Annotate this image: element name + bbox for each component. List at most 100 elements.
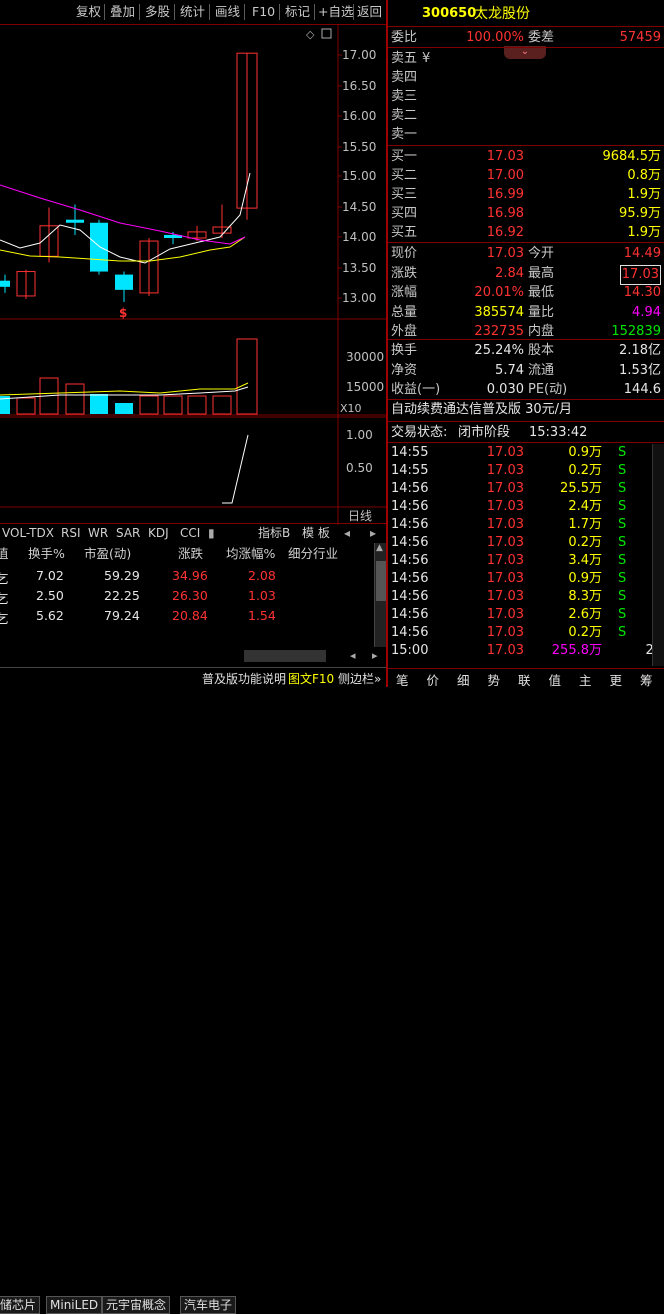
ad-text[interactable]: 自动续费通达信普及版 30元/月: [391, 401, 572, 419]
weibi-row: 委比 100.00% 委差 57459: [388, 29, 664, 47]
col-header[interactable]: 换手%: [28, 543, 65, 562]
tick-row[interactable]: 14:56 17.03 0.9万 S 1: [388, 570, 664, 588]
tab-vol-tdx[interactable]: VOL-TDX: [2, 525, 54, 541]
price-tick: 13.50: [342, 261, 376, 275]
tick-row[interactable]: 14:55 17.03 0.9万 S 1: [388, 444, 664, 462]
table-cell-avg[interactable]: 1.03: [248, 588, 276, 603]
toolbar-overlay[interactable]: 叠加: [110, 3, 135, 21]
ask-row[interactable]: 卖四: [388, 69, 664, 87]
kline-chart-svg[interactable]: 17.00 16.50 16.00 15.50 15.00 14.50 14.0…: [0, 25, 386, 525]
table-cell-pe[interactable]: 22.25: [104, 588, 140, 603]
col-header[interactable]: 均涨幅%: [226, 543, 275, 562]
footer-f10-link[interactable]: 图文F10: [288, 670, 334, 687]
table-cell[interactable]: 乞: [0, 588, 9, 607]
table-cell-change[interactable]: 26.30: [172, 588, 208, 603]
tab-template[interactable]: 模 板: [302, 525, 330, 541]
hscroll-left-icon[interactable]: ◂: [350, 649, 356, 662]
toolbar-mark[interactable]: 标记: [285, 3, 310, 21]
toolbar-statistics[interactable]: 统计: [180, 3, 205, 21]
concept-tab[interactable]: MiniLED: [46, 1296, 103, 1314]
period-label[interactable]: 日线: [348, 509, 372, 523]
scroll-up-icon[interactable]: ▲: [376, 543, 386, 555]
ticks-scrollbar[interactable]: [652, 444, 664, 666]
hscroll-right-icon[interactable]: ▸: [372, 649, 378, 662]
indicator-line: [222, 434, 249, 504]
toolbar-add-favorite[interactable]: +自选: [318, 3, 353, 21]
diamond-icon[interactable]: ◇: [306, 28, 315, 41]
bid-row[interactable]: 买三 16.99 1.9万: [388, 186, 664, 204]
toolbar-restore-rights[interactable]: 复权: [76, 3, 101, 21]
col-header[interactable]: 市盈(动): [84, 543, 131, 562]
kline-chart-area[interactable]: 17.00 16.50 16.00 15.50 15.00 14.50 14.0…: [0, 25, 386, 525]
tick-row[interactable]: 14:55 17.03 0.2万 S 1: [388, 462, 664, 480]
col-header[interactable]: 细分行业: [288, 543, 338, 562]
tick-row[interactable]: 14:56 17.03 1.7万 S 1: [388, 516, 664, 534]
concept-tab[interactable]: 元宇宙概念: [102, 1296, 171, 1314]
col-header[interactable]: 涨跌: [178, 543, 203, 562]
detail-tab[interactable]: 筹: [640, 670, 653, 689]
candle-body: [66, 219, 84, 223]
tab-sar[interactable]: SAR: [116, 525, 140, 541]
footer-help-link[interactable]: 普及版功能说明: [202, 670, 286, 687]
table-cell-avg[interactable]: 2.08: [248, 568, 276, 583]
bid-row[interactable]: 买五 16.92 1.9万: [388, 224, 664, 242]
tick-row[interactable]: 14:56 17.03 8.3万 S 3: [388, 588, 664, 606]
table-cell-change[interactable]: 34.96: [172, 568, 208, 583]
table-cell[interactable]: 乞: [0, 608, 9, 627]
detail-tab[interactable]: 价: [427, 670, 440, 689]
table-cell-change[interactable]: 20.84: [172, 608, 208, 623]
bid-row[interactable]: 买四 16.98 95.9万: [388, 205, 664, 223]
hscroll-track[interactable]: [244, 650, 326, 662]
scroll-thumb[interactable]: [376, 561, 386, 601]
concept-tab[interactable]: 汽车电子: [180, 1296, 237, 1314]
col-header[interactable]: 值: [0, 543, 9, 562]
tick-row[interactable]: 14:56 17.03 2.6万 S 1: [388, 606, 664, 624]
ask-row[interactable]: 卖五 ¥: [388, 50, 664, 68]
detail-tab[interactable]: 笔: [396, 670, 409, 689]
toolbar-f10[interactable]: F10: [252, 3, 275, 21]
toolbar-draw-line[interactable]: 画线: [215, 3, 240, 21]
toolbar-back[interactable]: 返回: [357, 3, 382, 21]
detail-tab[interactable]: 值: [549, 670, 562, 689]
tick-side: S: [618, 571, 627, 586]
table-cell-turnover[interactable]: 7.02: [36, 568, 64, 583]
tab-indicator-b[interactable]: 指标B: [258, 525, 290, 541]
table-cell-pe[interactable]: 59.29: [104, 568, 140, 583]
table-cell-turnover[interactable]: 2.50: [36, 588, 64, 603]
tab-left-icon[interactable]: ◂: [344, 525, 350, 541]
tick-row[interactable]: 14:56 17.03 3.4万 S 1: [388, 552, 664, 570]
ask-row[interactable]: 卖三: [388, 88, 664, 106]
concept-tab-bar: 储芯片 MiniLED 元宇宙概念 汽车电子 ◂ ▸: [0, 647, 386, 1314]
ad-banner[interactable]: 自动续费通达信普及版 30元/月: [388, 401, 664, 419]
detail-tab[interactable]: 细: [457, 670, 470, 689]
tab-kdj[interactable]: KDJ: [148, 525, 169, 541]
footer-sidebar-toggle[interactable]: 侧边栏»: [338, 670, 381, 687]
tick-row[interactable]: 14:56 17.03 25.5万 S 2: [388, 480, 664, 498]
tab-right-icon[interactable]: ▸: [370, 525, 376, 541]
bid-row[interactable]: 买二 17.00 0.8万: [388, 167, 664, 185]
table-cell[interactable]: 乞: [0, 568, 9, 587]
maximize-icon[interactable]: [321, 28, 332, 39]
tab-wr[interactable]: WR: [88, 525, 108, 541]
tick-row[interactable]: 14:56 17.03 2.4万 S 1: [388, 498, 664, 516]
event-marker[interactable]: $: [119, 306, 127, 320]
tab-rsi[interactable]: RSI: [61, 525, 81, 541]
tab-more-icon[interactable]: ▮: [208, 525, 215, 541]
detail-tab[interactable]: 势: [488, 670, 501, 689]
concept-tab[interactable]: 储芯片: [0, 1296, 41, 1314]
tick-row[interactable]: 14:56 17.03 0.2万 S 1: [388, 534, 664, 552]
bid-label: 买五: [391, 225, 418, 240]
table-cell-turnover[interactable]: 5.62: [36, 608, 64, 623]
detail-tab[interactable]: 主: [579, 670, 592, 689]
detail-tab[interactable]: 联: [518, 670, 531, 689]
detail-tab[interactable]: 更: [610, 670, 623, 689]
tick-row[interactable]: 14:56 17.03 0.2万 S 1: [388, 624, 664, 642]
table-cell-pe[interactable]: 79.24: [104, 608, 140, 623]
table-cell-avg[interactable]: 1.54: [248, 608, 276, 623]
tick-row[interactable]: 15:00 17.03 255.8万 25: [388, 642, 664, 660]
tab-cci[interactable]: CCI: [180, 525, 200, 541]
toolbar-multi-stock[interactable]: 多股: [145, 3, 170, 21]
bid-row[interactable]: 买一 17.03 9684.5万: [388, 148, 664, 166]
ask-row[interactable]: 卖二: [388, 107, 664, 125]
ask-row[interactable]: 卖一: [388, 126, 664, 144]
